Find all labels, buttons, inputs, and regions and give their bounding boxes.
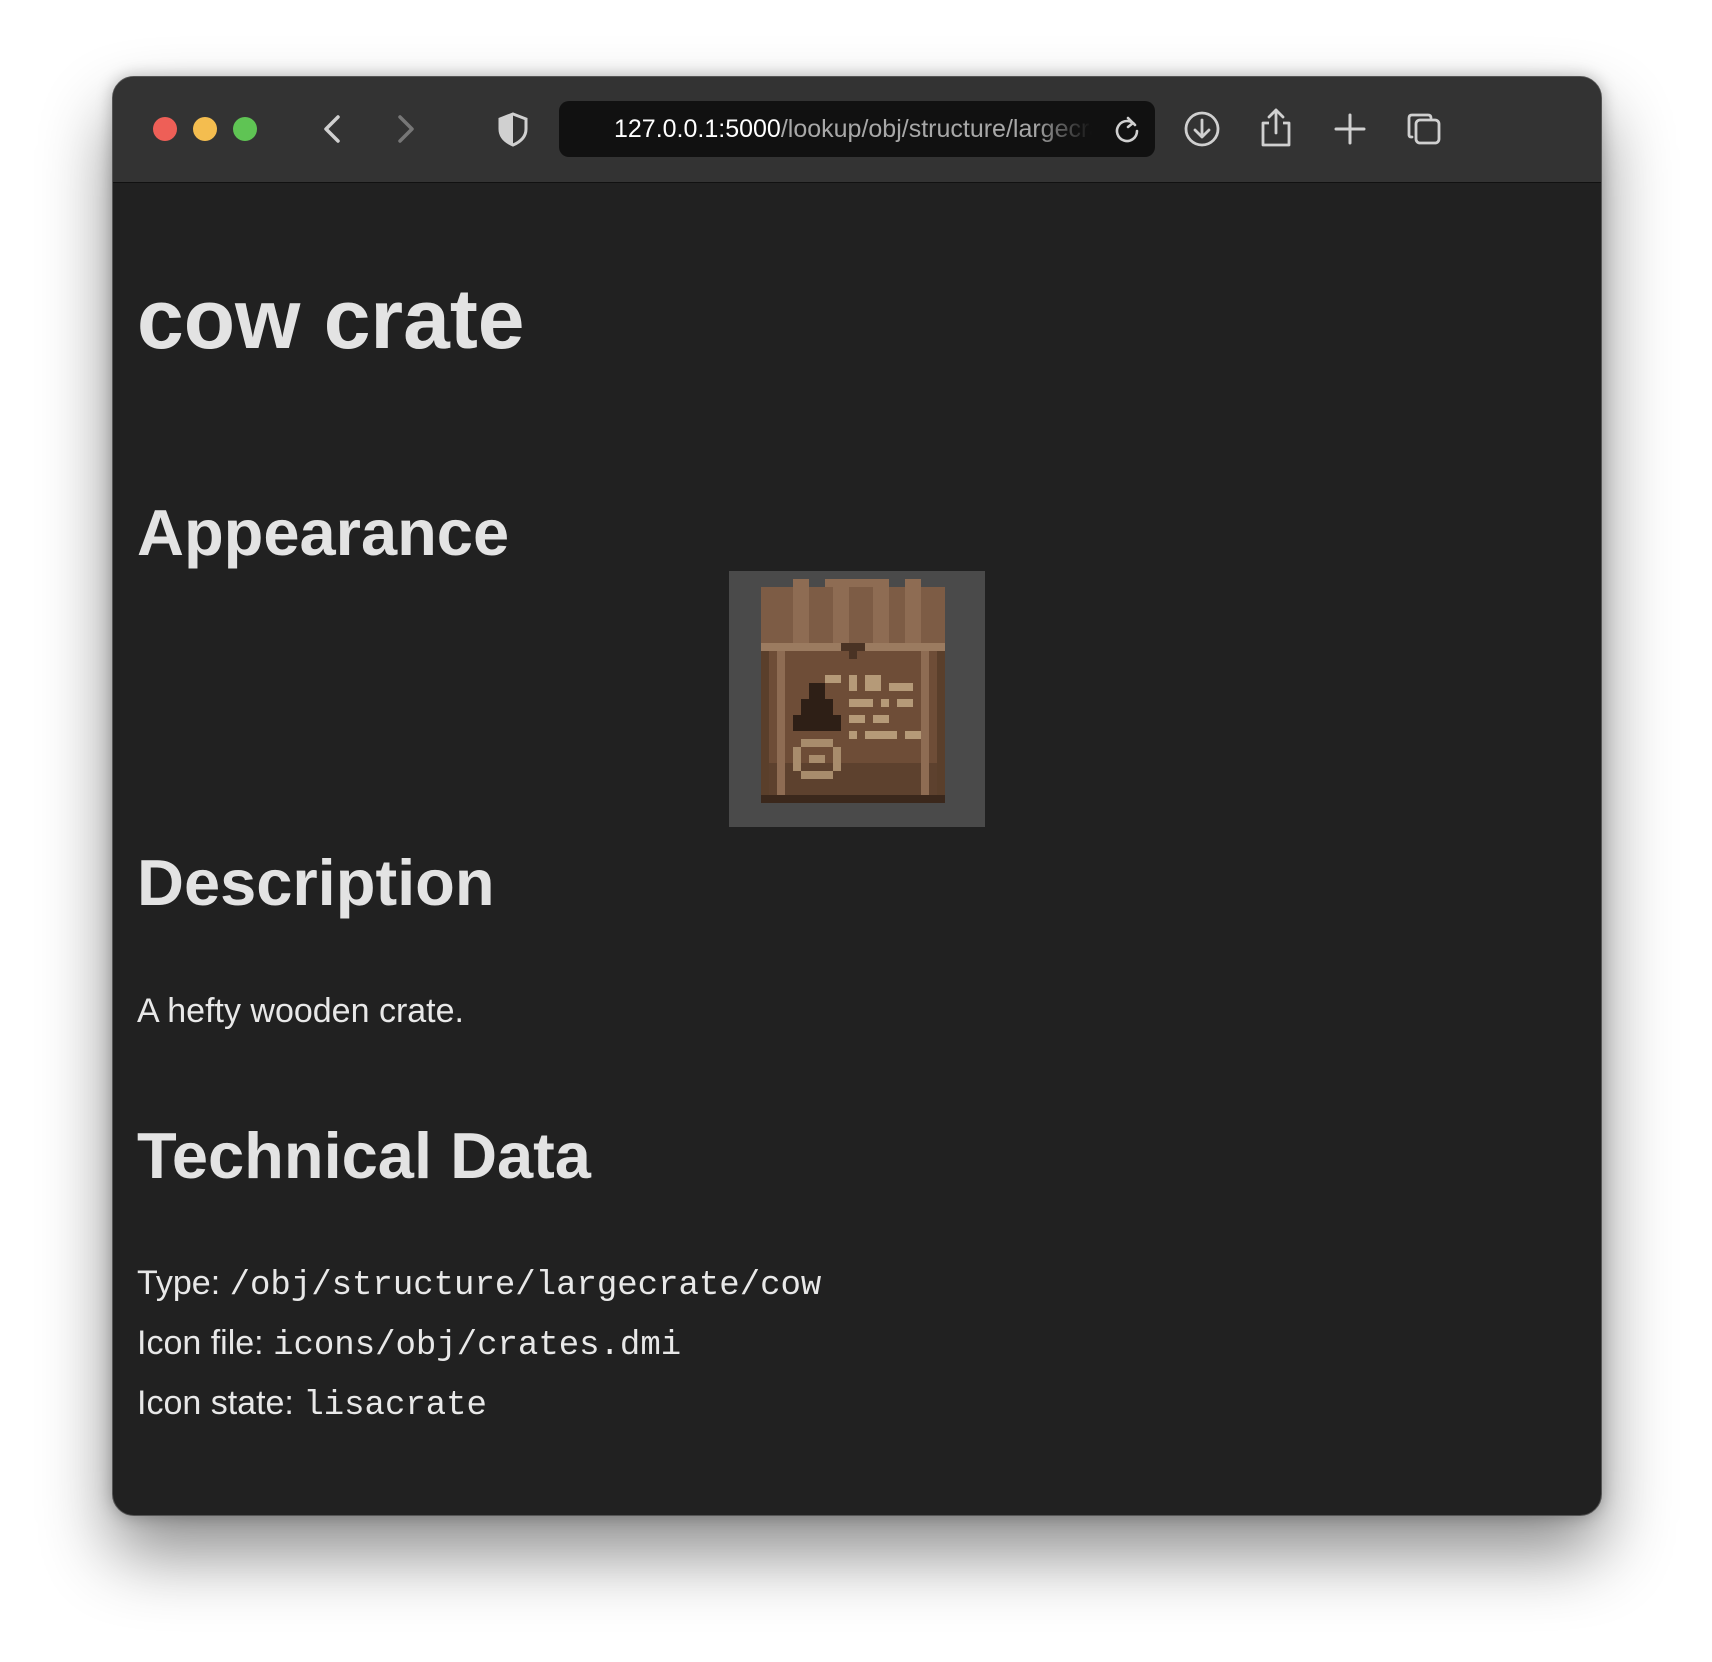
type-row: Type: /obj/structure/largecrate/cow xyxy=(137,1263,821,1306)
download-icon xyxy=(1184,111,1220,147)
icon-file-value: icons/obj/crates.dmi xyxy=(273,1327,682,1365)
minimize-window-button[interactable] xyxy=(193,117,217,141)
icon-file-label: Icon file: xyxy=(137,1324,274,1362)
new-tab-button[interactable] xyxy=(1329,108,1371,150)
description-heading: Description xyxy=(137,846,495,919)
page-title: cow crate xyxy=(137,272,525,366)
forward-button[interactable] xyxy=(385,109,425,149)
downloads-button[interactable] xyxy=(1181,108,1223,150)
type-value: /obj/structure/largecrate/cow xyxy=(229,1267,822,1305)
technical-data-heading: Technical Data xyxy=(137,1119,591,1192)
sprite-preview xyxy=(729,571,985,827)
chevron-right-icon xyxy=(398,115,414,143)
tab-overview-button[interactable] xyxy=(1403,108,1445,150)
privacy-report-button[interactable] xyxy=(493,109,533,149)
back-button[interactable] xyxy=(313,109,353,149)
appearance-heading: Appearance xyxy=(137,496,510,569)
address-host: 127.0.0.1:5000 xyxy=(614,115,781,143)
address-url: 127.0.0.1:5000/lookup/obj/structure/larg… xyxy=(614,115,1092,143)
close-window-button[interactable] xyxy=(153,117,177,141)
reload-icon xyxy=(1115,116,1139,143)
page-content: cow crate Appearance Description A hefty… xyxy=(113,183,1601,1515)
description-text: A hefty wooden crate. xyxy=(137,992,464,1030)
icon-state-row: Icon state: lisacrate xyxy=(137,1383,487,1426)
tab-overview-icon xyxy=(1407,113,1441,145)
share-button[interactable] xyxy=(1255,105,1297,151)
reload-button[interactable] xyxy=(1111,113,1143,145)
shield-icon xyxy=(498,112,528,147)
address-path: /lookup/obj/structure/largecrate/cow xyxy=(780,115,1092,143)
icon-state-value: lisacrate xyxy=(303,1387,487,1425)
plus-icon xyxy=(1334,113,1366,145)
browser-window: 127.0.0.1:5000/lookup/obj/structure/larg… xyxy=(112,76,1602,1516)
chevron-left-icon xyxy=(324,115,340,143)
browser-toolbar: 127.0.0.1:5000/lookup/obj/structure/larg… xyxy=(113,77,1601,183)
wooden-crate-sprite xyxy=(761,579,945,803)
type-label: Type: xyxy=(137,1264,230,1302)
address-bar[interactable]: 127.0.0.1:5000/lookup/obj/structure/larg… xyxy=(559,101,1155,157)
maximize-window-button[interactable] xyxy=(233,117,257,141)
icon-state-label: Icon state: xyxy=(137,1384,304,1422)
icon-file-row: Icon file: icons/obj/crates.dmi xyxy=(137,1323,681,1366)
share-icon xyxy=(1261,108,1291,147)
